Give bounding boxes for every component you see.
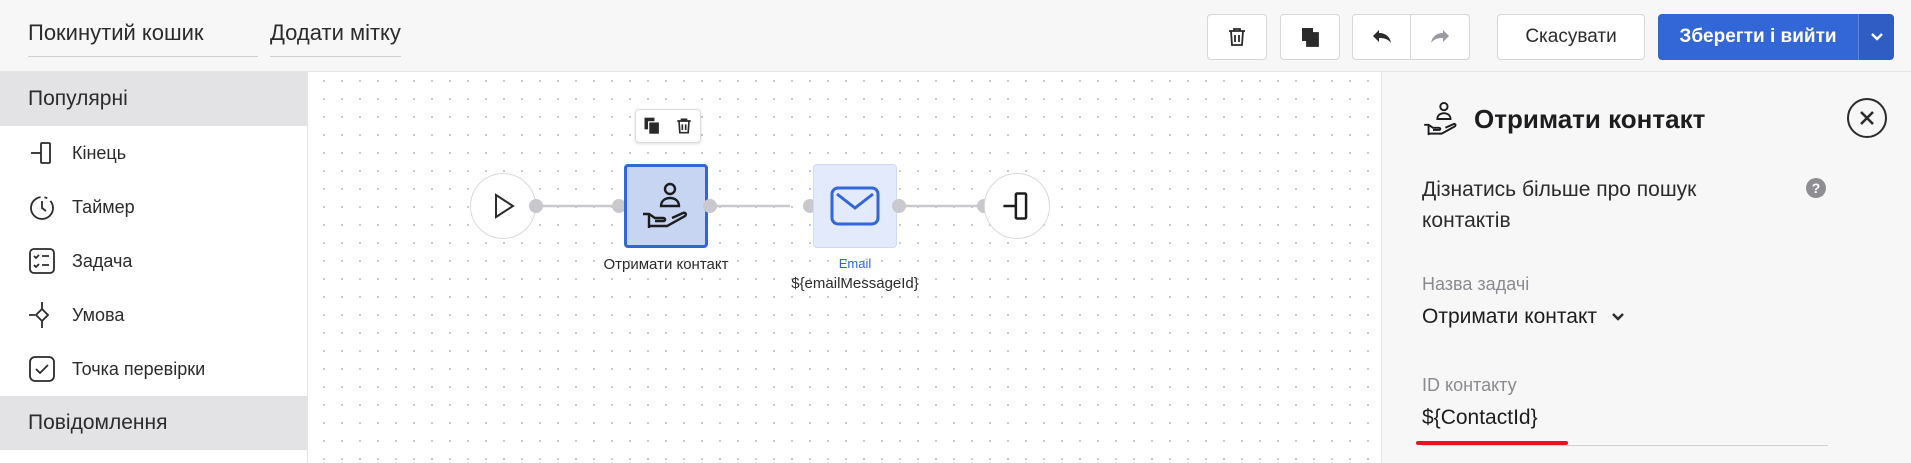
node-toolbar <box>635 109 701 143</box>
sidebar-item-end[interactable]: Кінець <box>0 126 307 180</box>
get-contact-node-label: Отримати контакт <box>603 256 729 273</box>
timer-icon <box>26 191 58 223</box>
node-palette-sidebar: Популярні Кінець Таймер Задача Умова Точ… <box>0 72 308 463</box>
end-icon <box>26 137 58 169</box>
end-icon <box>1003 192 1028 220</box>
panel-title: Отримати контакт <box>1422 100 1705 138</box>
cancel-button[interactable]: Скасувати <box>1497 14 1645 60</box>
flow-canvas[interactable]: Отримати контакт Email ${emailMessageId} <box>315 72 1381 463</box>
undo-icon <box>1372 30 1391 43</box>
play-icon <box>495 193 515 219</box>
email-node[interactable] <box>813 164 897 248</box>
get-contact-node[interactable] <box>624 164 708 248</box>
checkpoint-icon <box>26 353 58 385</box>
connection-port[interactable] <box>892 199 906 213</box>
save-and-exit-button[interactable]: Зберегти і вийти <box>1658 14 1858 60</box>
chevron-down-icon <box>1870 33 1883 41</box>
error-underline <box>1416 441 1568 445</box>
connection-port[interactable] <box>703 199 717 213</box>
start-node[interactable] <box>470 173 536 239</box>
hand-person-icon <box>643 182 688 228</box>
task-name-label: Назва задачі <box>1422 274 1530 294</box>
save-options-button[interactable] <box>1858 14 1894 60</box>
delete-button[interactable] <box>1207 14 1267 60</box>
undo-button[interactable] <box>1352 14 1411 60</box>
contact-id-field[interactable]: ${ContactId} <box>1422 406 1828 446</box>
task-name-select[interactable]: Отримати контакт <box>1422 305 1625 329</box>
node-properties-panel: Отримати контакт Дізнатись більше про по… <box>1381 72 1911 463</box>
help-icon[interactable]: ? <box>1806 178 1826 198</box>
sidebar-item-label: Точка перевірки <box>72 358 206 379</box>
learn-more-link[interactable]: Дізнатись більше про пошук контактів <box>1422 174 1782 236</box>
connection-port[interactable] <box>529 199 543 213</box>
end-node[interactable] <box>984 173 1050 239</box>
sidebar-item-condition[interactable]: Умова <box>0 288 307 342</box>
email-node-type-label: Email <box>838 256 872 271</box>
sidebar-item-task[interactable]: Задача <box>0 234 307 288</box>
category-messages[interactable]: Повідомлення <box>0 396 307 450</box>
task-name-value: Отримати контакт <box>1422 305 1598 328</box>
copy-icon[interactable] <box>642 116 662 136</box>
copy-icon <box>1302 28 1319 47</box>
condition-icon <box>26 299 58 331</box>
envelope-icon <box>830 186 880 226</box>
hand-person-icon <box>1424 101 1457 136</box>
duplicate-button[interactable] <box>1280 14 1340 60</box>
sidebar-item-label: Умова <box>72 304 125 325</box>
task-icon <box>26 245 58 277</box>
sidebar-item-label: Задача <box>72 250 133 271</box>
redo-button[interactable] <box>1410 14 1470 60</box>
sidebar-item-timer[interactable]: Таймер <box>0 180 307 234</box>
flow-name-field[interactable]: Покинутий кошик <box>28 20 258 57</box>
add-tag-button[interactable]: Додати мітку <box>270 20 401 57</box>
close-panel-button[interactable] <box>1847 98 1887 138</box>
sidebar-item-label: Таймер <box>72 196 135 217</box>
trash-icon[interactable] <box>674 116 694 136</box>
sidebar-item-label: Кінець <box>72 142 127 163</box>
sidebar-item-checkpoint[interactable]: Точка перевірки <box>0 342 307 396</box>
redo-icon <box>1431 30 1449 43</box>
trash-icon <box>1229 28 1245 46</box>
email-node-label: ${emailMessageId} <box>791 275 919 292</box>
category-popular[interactable]: Популярні <box>0 72 307 126</box>
contact-id-label: ID контакту <box>1422 375 1517 395</box>
chevron-down-icon <box>1612 313 1624 321</box>
panel-title-text: Отримати контакт <box>1474 103 1706 134</box>
top-toolbar: Покинутий кошик Додати мітку Скасувати З… <box>0 0 1911 72</box>
close-icon <box>1860 111 1874 125</box>
